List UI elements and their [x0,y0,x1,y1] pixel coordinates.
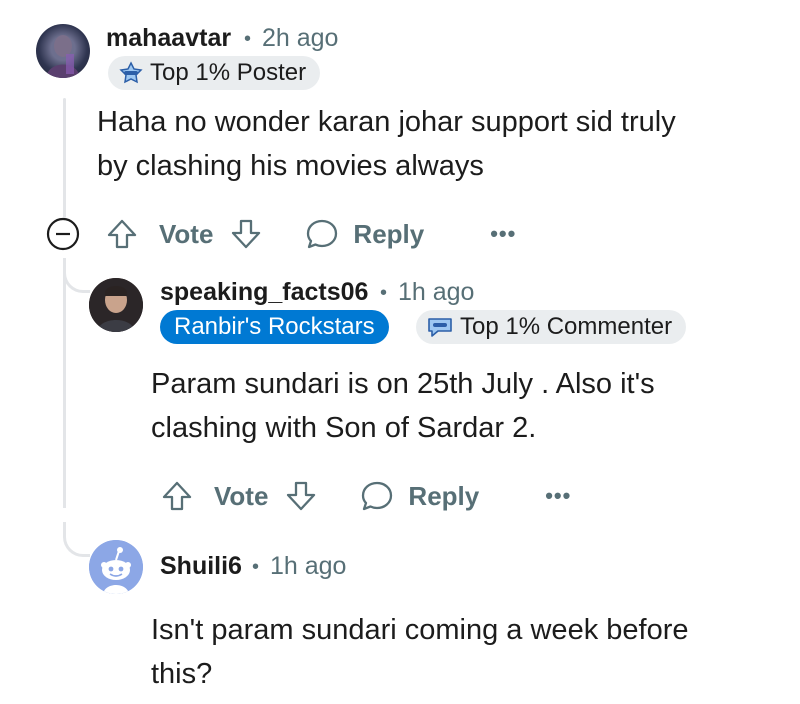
downvote-icon[interactable] [229,217,263,251]
meta-separator: • [252,556,260,578]
badge-label: Top 1% Poster [150,59,307,86]
user-flair[interactable]: Ranbir's Rockstars [160,310,389,344]
reply-button[interactable]: Reply [305,217,424,251]
avatar[interactable] [36,24,90,78]
comment-body-line: Isn't param sundari coming a week before [151,614,689,646]
reply-label: Reply [408,480,480,511]
reply-bubble-icon [305,217,339,251]
comment-body-line: Haha no wonder karan johar support sid t… [97,106,676,138]
achievement-badge[interactable]: Top 1% Poster [108,56,321,90]
reply-button[interactable]: Reply [360,479,479,513]
upvote-icon[interactable] [160,479,194,513]
comment-body: Haha no wonder karan johar support sid t… [97,100,676,188]
thread-line-children [63,258,66,508]
meta-separator: • [380,282,388,304]
upvote-icon[interactable] [105,217,139,251]
vote-label: Vote [214,480,269,511]
username[interactable]: Shuili6 [160,552,242,581]
timestamp: 1h ago [398,278,475,306]
thread-branch-1 [63,258,90,293]
reply-bubble-icon [360,479,394,513]
collapse-thread-icon[interactable] [45,216,81,252]
action-bar: Vote Reply ••• [105,214,516,254]
action-bar: Vote Reply ••• [160,476,571,516]
badge-label: Top 1% Commenter [460,313,673,340]
more-dots-icon[interactable]: ••• [545,483,571,509]
thread-line [63,98,66,218]
achievement-badge[interactable]: Top 1% Commenter [416,310,687,344]
commenter-badge-icon [426,315,454,339]
comment-body-line: by clashing his movies always [97,150,484,182]
comment-body-line: Param sundari is on 25th July . Also it'… [151,368,655,400]
comment-body-line: clashing with Son of Sardar 2. [151,412,537,444]
avatar[interactable] [89,540,143,594]
timestamp: 2h ago [262,24,339,52]
comment-body: Isn't param sundari coming a week before… [151,608,688,696]
downvote-icon[interactable] [284,479,318,513]
comment-body-line: this? [151,658,213,690]
username[interactable]: speaking_facts06 [160,278,368,307]
meta-separator: • [244,28,252,50]
comment-body: Param sundari is on 25th July . Also it'… [151,362,655,450]
poster-badge-icon [118,61,144,85]
avatar[interactable] [89,278,143,332]
snoo-avatar-icon [89,540,143,594]
more-dots-icon[interactable]: ••• [490,221,516,247]
vote-label: Vote [159,218,214,249]
username[interactable]: mahaavtar [106,24,231,53]
thread-branch-2 [63,522,90,557]
timestamp: 1h ago [270,552,347,580]
reply-label: Reply [353,218,425,249]
